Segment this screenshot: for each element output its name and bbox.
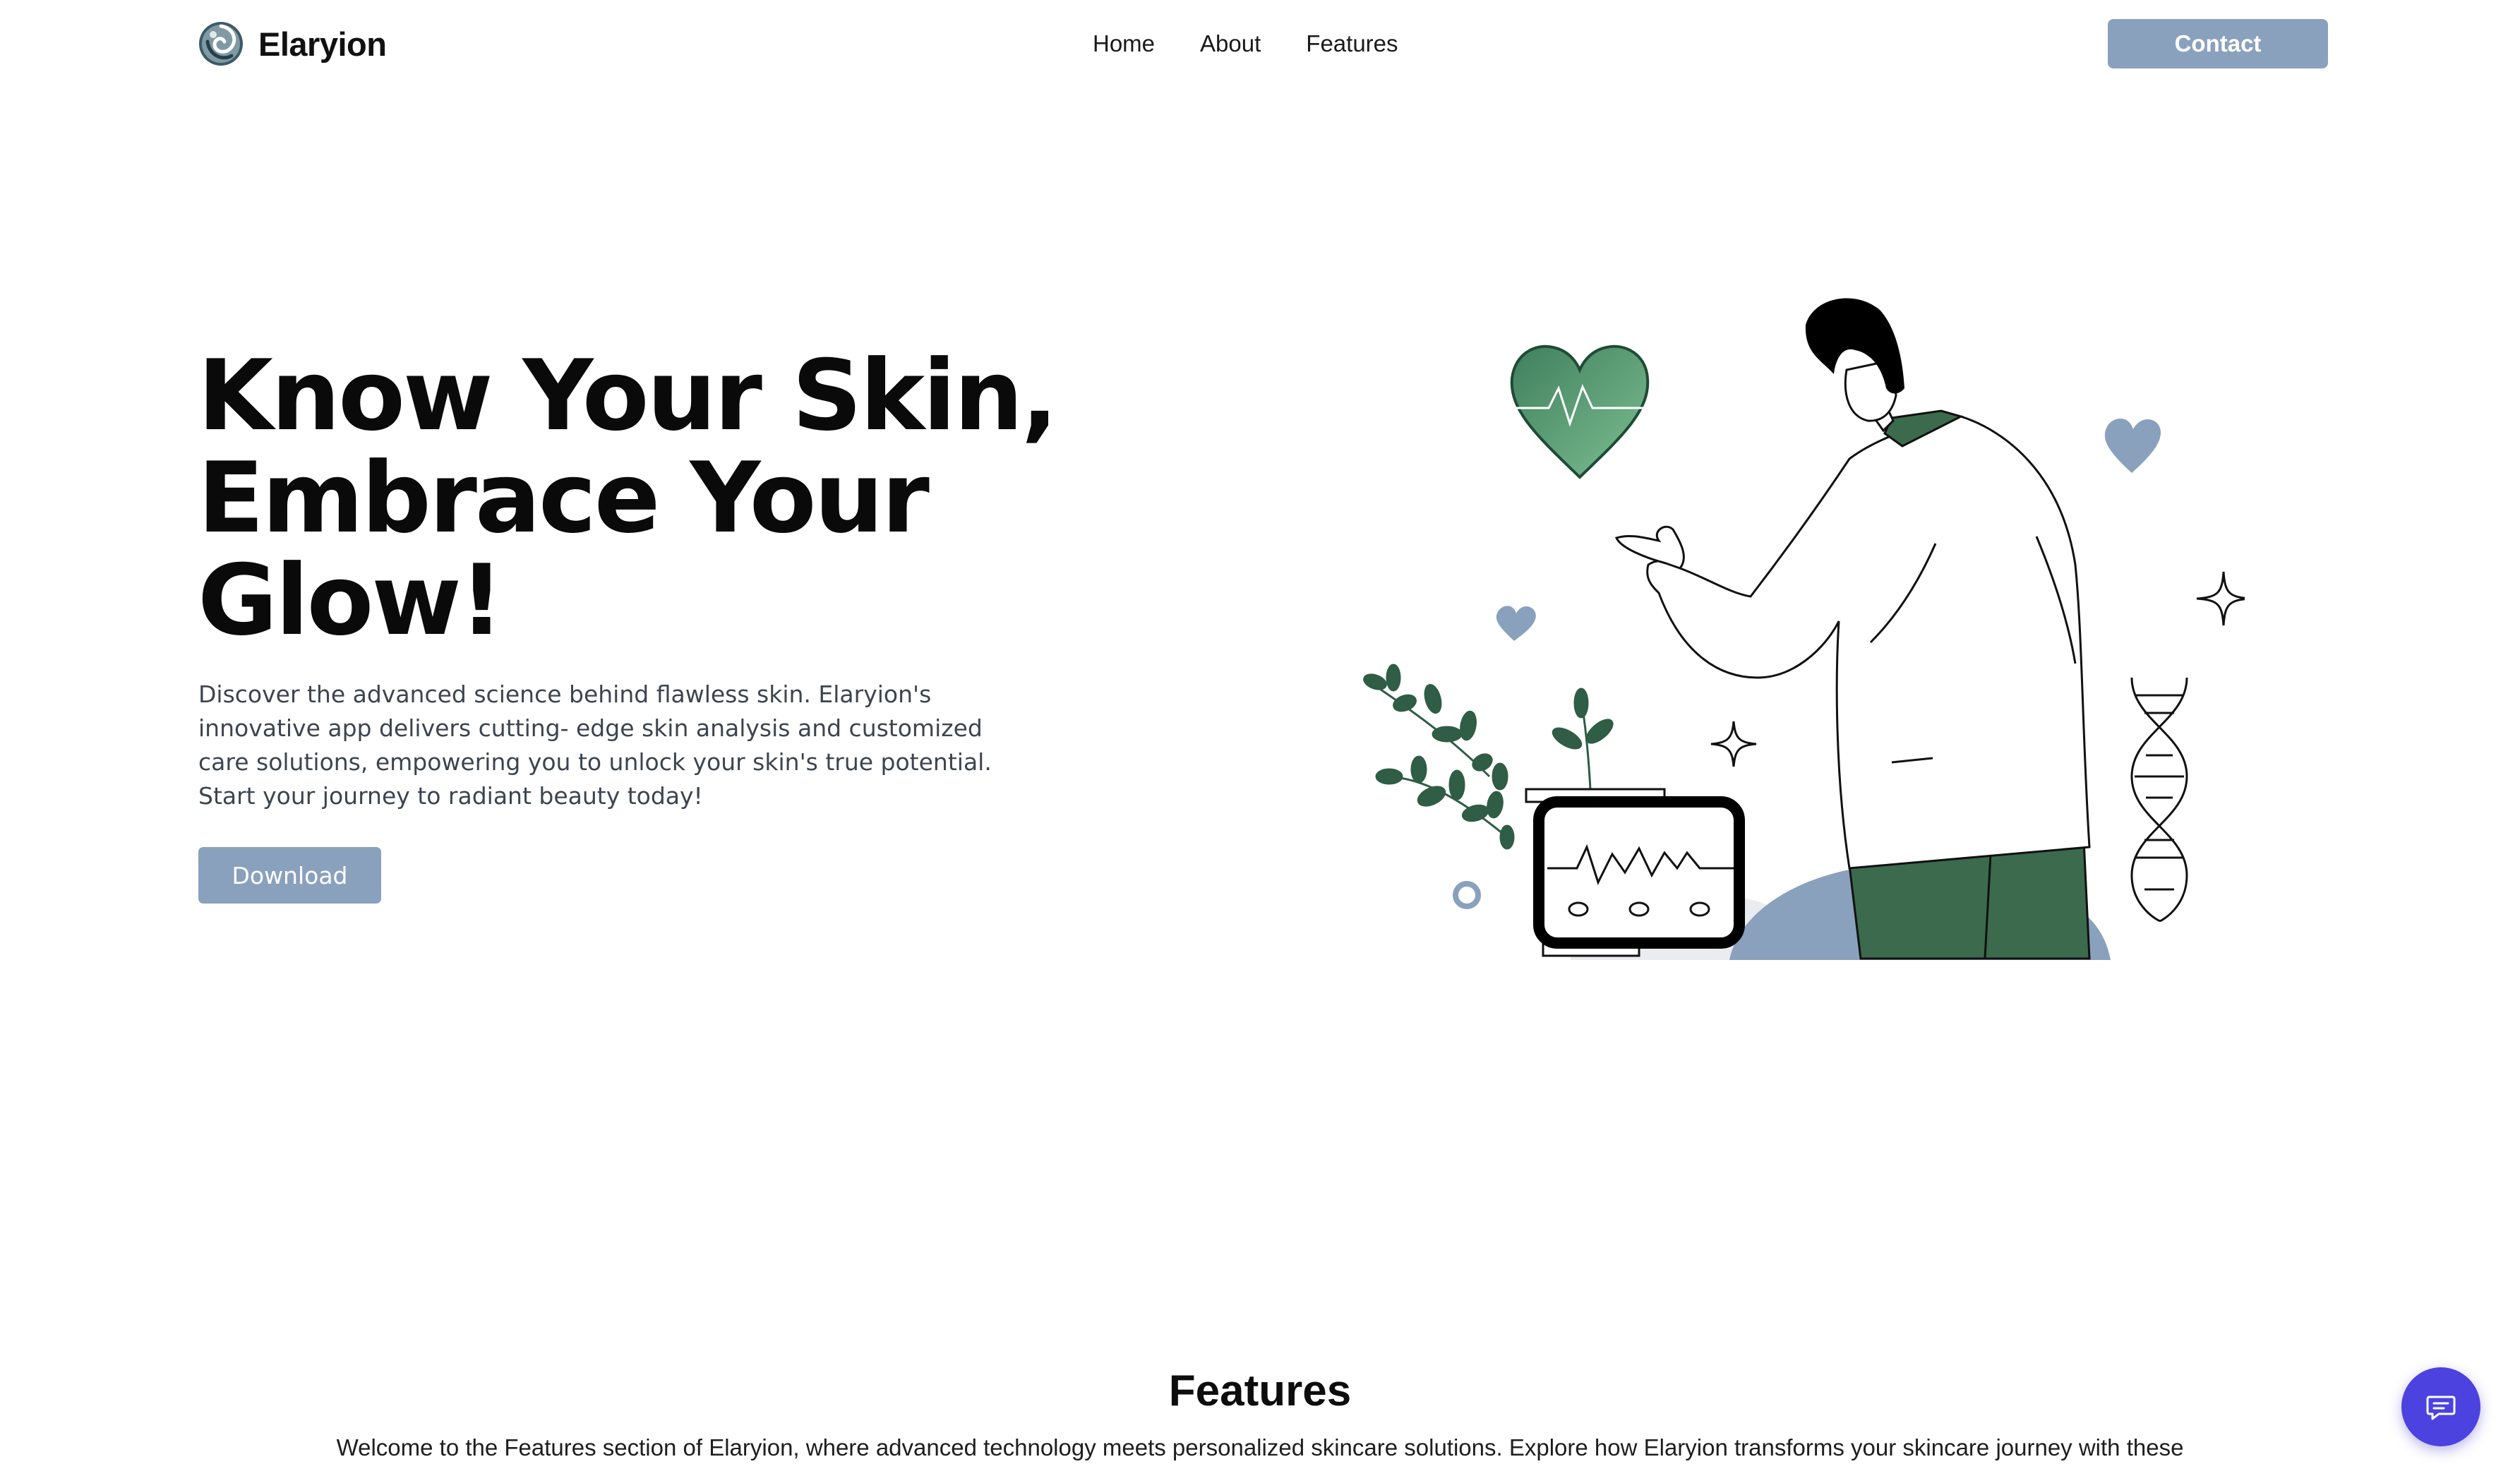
contact-button[interactable]: Contact [2108,19,2328,68]
hero-title: Know Your Skin, Embrace Your Glow! [198,344,1115,652]
download-button[interactable]: Download [198,847,381,904]
features-heading: Features [1168,1367,1352,1415]
pulse-heart-icon [1510,344,1650,479]
landing-page: Elaryion Home About Features Contact Kno… [0,0,2520,1464]
features-intro-text: Welcome to the Features section of Elary… [336,1434,2184,1460]
brand-name: Elaryion [258,25,387,63]
swirl-logo-icon [199,22,243,66]
nav-link-features[interactable]: Features [1306,28,1398,59]
main-menu: Home About Features [1093,28,1398,59]
small-heart-icon [2104,418,2161,473]
ring-decoration [1453,881,1481,909]
hero-description: Discover the advanced science behind fla… [198,680,992,810]
nav-link-home[interactable]: Home [1093,28,1155,59]
nav-link-about[interactable]: About [1200,28,1261,59]
sparkle-icon [1710,721,1757,767]
doctor-with-heart-monitor-illustration [1363,298,2245,960]
top-navigation: Elaryion Home About Features Contact [0,0,2520,92]
chat-button[interactable] [2401,1367,2480,1446]
hero-title-line: Know Your Skin, [198,339,1058,452]
sparkle-icon [2196,571,2245,626]
hero-title-line: Embrace Your [198,441,930,555]
brand-logo[interactable]: Elaryion [198,20,387,68]
heart-rate-monitor [1525,788,1745,957]
dna-helix-icon [2130,677,2188,923]
small-heart-icon [1496,606,1536,641]
hero-title-line: Glow! [198,544,504,657]
chat-bubble-icon [2426,1396,2456,1420]
